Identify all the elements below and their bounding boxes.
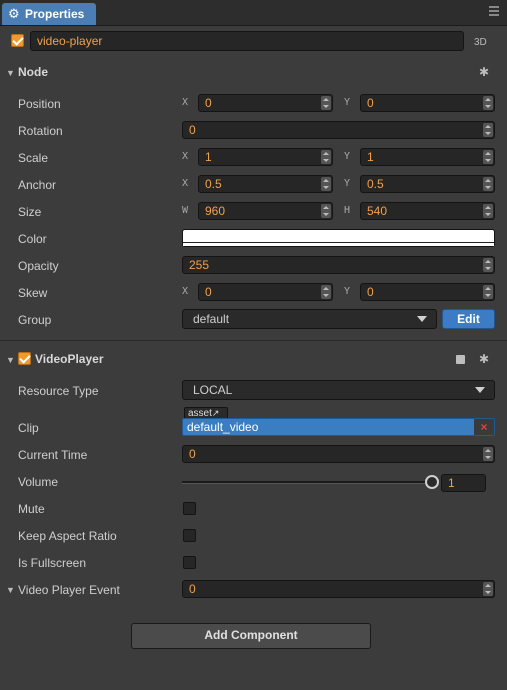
mute-label: Mute (18, 502, 45, 516)
group-edit-button[interactable]: Edit (442, 309, 495, 329)
keep-aspect-ratio-label: Keep Aspect Ratio (18, 529, 117, 543)
clear-clip-icon[interactable]: × (474, 419, 494, 435)
current-time-input[interactable]: 0 (182, 445, 495, 463)
anchor-x-input[interactable]: 0.5 (198, 175, 333, 193)
asset-tag[interactable]: asset↗ (184, 407, 228, 419)
node-active-checkbox[interactable] (11, 34, 24, 47)
position-x-axis-label: X (182, 97, 189, 108)
scale-x-input[interactable]: 1 (198, 148, 333, 166)
external-link-icon: ↗ (211, 408, 220, 418)
group-select[interactable]: default (182, 309, 437, 329)
size-h-axis-label: H (344, 205, 351, 216)
video-player-event-input[interactable]: 0 (182, 580, 495, 598)
node-name-input[interactable]: video-player (30, 31, 464, 51)
tab-properties[interactable]: ⚙ Properties (2, 3, 96, 25)
rotation-input[interactable]: 0 (182, 121, 495, 139)
is-fullscreen-label: Is Fullscreen (18, 556, 87, 570)
skew-y-input[interactable]: 0 (360, 283, 495, 301)
skew-y-axis-label: Y (344, 286, 351, 297)
node-collapse-icon[interactable]: ▼ (6, 68, 15, 78)
opacity-input[interactable]: 255 (182, 256, 495, 274)
help-book-icon[interactable] (456, 355, 465, 364)
volume-slider-track[interactable] (182, 481, 432, 484)
group-label: Group (18, 313, 52, 327)
keep-aspect-ratio-checkbox[interactable] (183, 529, 196, 542)
clip-label: Clip (18, 421, 39, 435)
position-x-input[interactable]: 0 (198, 94, 333, 112)
anchor-y-input[interactable]: 0.5 (360, 175, 495, 193)
position-label: Position (18, 97, 61, 111)
chevron-down-icon (417, 316, 427, 322)
videoplayer-settings-gear-icon[interactable]: ✱ (479, 352, 489, 366)
scale-y-axis-label: Y (344, 151, 351, 162)
mute-checkbox[interactable] (183, 502, 196, 515)
resource-type-select[interactable]: LOCAL (182, 380, 495, 400)
resource-type-label: Resource Type (18, 384, 99, 398)
skew-label: Skew (18, 286, 48, 300)
videoplayer-section-title[interactable]: VideoPlayer (35, 352, 103, 366)
is-fullscreen-checkbox[interactable] (183, 556, 196, 569)
videoplayer-collapse-icon[interactable]: ▼ (6, 355, 15, 365)
size-w-axis-label: W (182, 205, 189, 216)
scale-x-axis-label: X (182, 151, 189, 162)
event-collapse-icon[interactable]: ▼ (6, 585, 15, 595)
videoplayer-enabled-checkbox[interactable] (18, 352, 31, 365)
gear-icon: ⚙ (8, 6, 20, 21)
position-y-axis-label: Y (344, 97, 351, 108)
video-player-event-label: Video Player Event (18, 583, 120, 597)
scale-y-input[interactable]: 1 (360, 148, 495, 166)
add-component-button[interactable]: Add Component (131, 623, 371, 649)
size-height-input[interactable]: 540 (360, 202, 495, 220)
skew-x-input[interactable]: 0 (198, 283, 333, 301)
mode-3d-label[interactable]: 3D (474, 35, 487, 51)
scale-label: Scale (18, 151, 49, 165)
anchor-y-axis-label: Y (344, 178, 351, 189)
opacity-label: Opacity (18, 259, 59, 273)
color-alpha-bar (183, 242, 494, 246)
clip-asset-field[interactable]: default_video × (182, 418, 495, 436)
panel-menu-icon[interactable] (489, 6, 499, 16)
color-swatch[interactable] (182, 229, 495, 247)
node-section-title[interactable]: Node (18, 65, 48, 79)
chevron-down-icon (475, 387, 485, 393)
skew-x-axis-label: X (182, 286, 189, 297)
position-y-input[interactable]: 0 (360, 94, 495, 112)
anchor-label: Anchor (18, 178, 57, 192)
rotation-label: Rotation (18, 124, 63, 138)
volume-slider-knob[interactable] (425, 475, 439, 489)
size-label: Size (18, 205, 42, 219)
volume-input[interactable]: 1 (441, 474, 486, 492)
volume-label: Volume (18, 475, 59, 489)
size-width-input[interactable]: 960 (198, 202, 333, 220)
node-settings-gear-icon[interactable]: ✱ (479, 65, 489, 79)
anchor-x-axis-label: X (182, 178, 189, 189)
color-label: Color (18, 232, 47, 246)
section-divider (0, 340, 507, 341)
current-time-label: Current Time (18, 448, 88, 462)
